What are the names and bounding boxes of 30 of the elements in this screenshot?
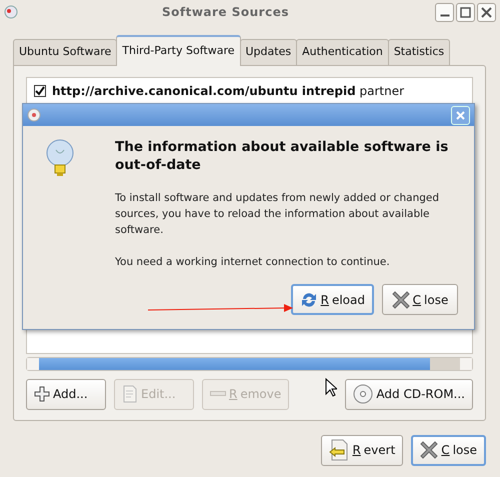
dialog-heading: The information about available software is out-of-date bbox=[115, 138, 450, 174]
maximize-button[interactable] bbox=[456, 2, 475, 22]
close-icon bbox=[420, 441, 438, 459]
reload-icon bbox=[300, 290, 318, 308]
tab[interactable]: Authentication bbox=[296, 39, 389, 64]
plus-icon bbox=[34, 386, 50, 402]
close-icon bbox=[392, 290, 410, 308]
horizontal-scrollbar[interactable] bbox=[26, 356, 473, 370]
tab[interactable]: Statistics bbox=[388, 39, 450, 64]
disc-icon bbox=[353, 384, 374, 404]
checkbox[interactable] bbox=[34, 84, 46, 96]
mouse-pointer-icon bbox=[326, 378, 337, 397]
close-button[interactable] bbox=[477, 2, 496, 22]
add-button[interactable]: Add... bbox=[26, 378, 106, 410]
close-icon bbox=[454, 108, 467, 122]
minimize-button[interactable] bbox=[435, 2, 454, 22]
document-icon bbox=[122, 385, 138, 403]
dialog-message: To install software and updates from newly added or changed sources, you have to reload the information about available software. bbox=[115, 191, 440, 238]
tab[interactable]: Ubuntu Software bbox=[13, 39, 118, 64]
minus-icon bbox=[210, 391, 226, 397]
app-icon bbox=[27, 108, 41, 122]
add-cdrom-button[interactable]: Add CD-ROM... bbox=[345, 378, 473, 410]
source-entry: http://archive.canonical.com/ubuntu intrepid partner bbox=[52, 82, 404, 100]
tab[interactable]: Third-Party Software bbox=[116, 35, 240, 66]
app-icon bbox=[4, 5, 18, 19]
minimize-icon bbox=[440, 14, 450, 16]
dialog-note: You need a working internet connection to continue. bbox=[115, 255, 391, 270]
window-title: Software Sources bbox=[160, 4, 290, 21]
tab[interactable]: Updates bbox=[240, 39, 298, 64]
revert-icon bbox=[329, 439, 350, 461]
